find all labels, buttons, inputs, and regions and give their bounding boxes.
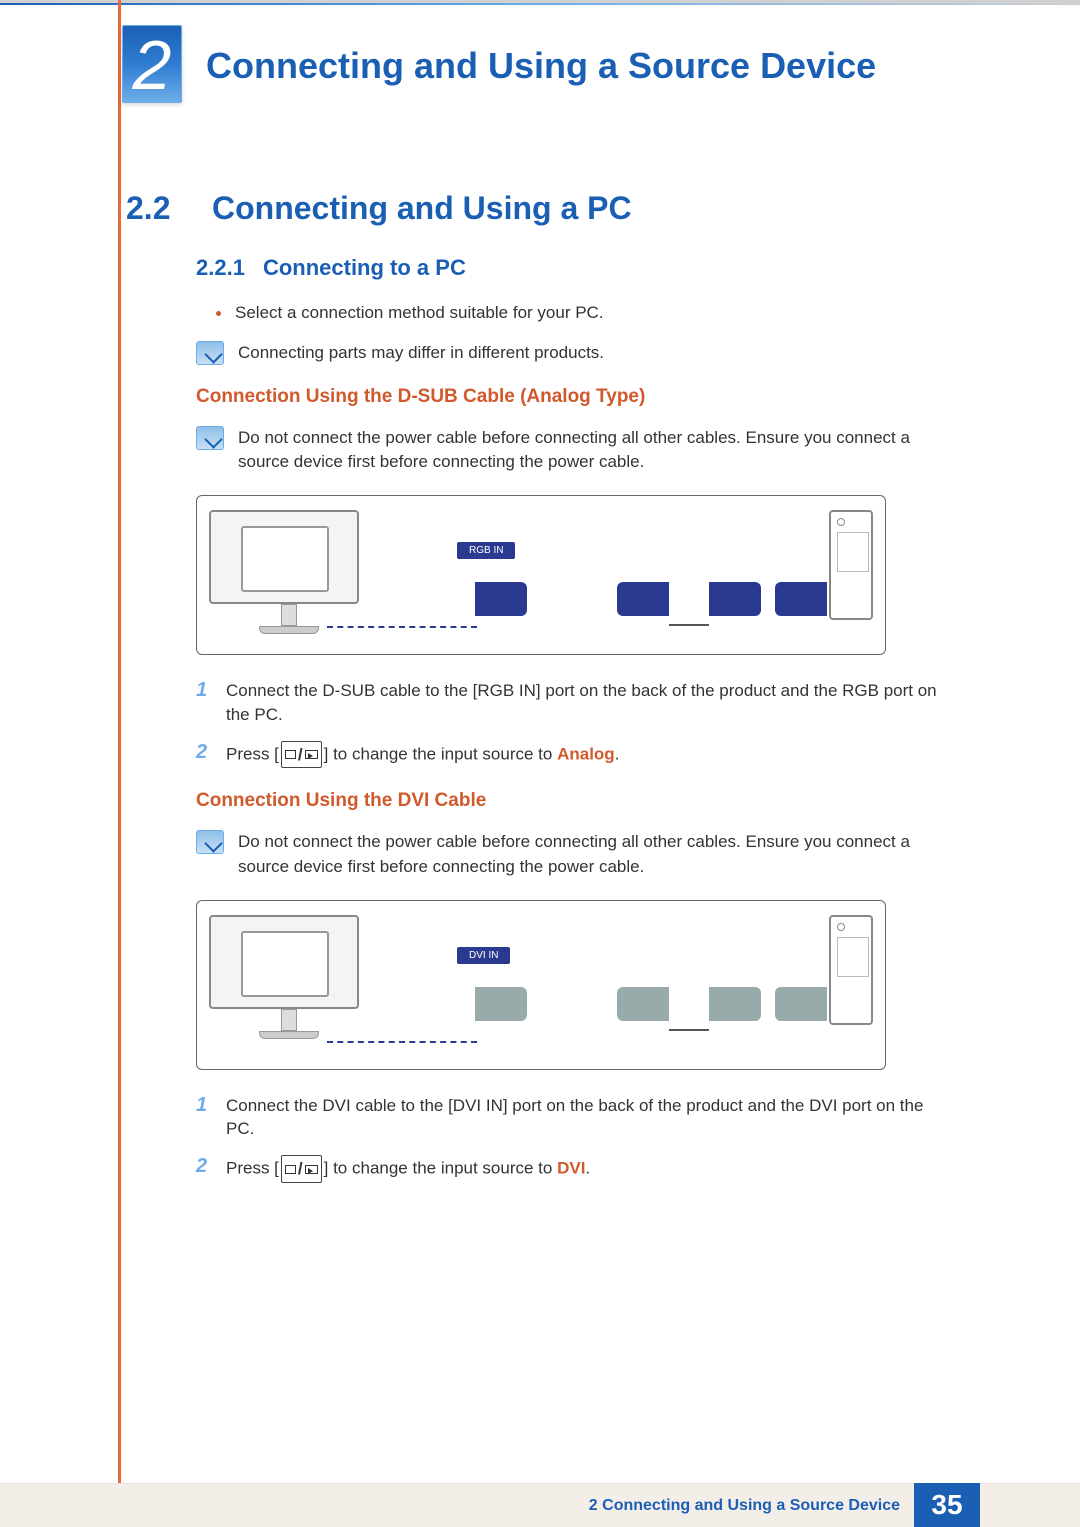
note-icon: [196, 426, 224, 450]
chapter-number-badge: 2: [122, 25, 182, 103]
dvi-connector-cable-right: [709, 987, 761, 1021]
page-content: 2.2 Connecting and Using a PC 2.2.1 Conn…: [126, 190, 946, 1197]
step-number: 1: [196, 679, 212, 702]
subsection-heading: 2.2.1 Connecting to a PC: [196, 255, 946, 281]
step-text: Connect the DVI cable to the [DVI IN] po…: [226, 1094, 946, 1142]
dsub-connector-cable-left: [617, 582, 669, 616]
dvi-in-port-label: DVI IN: [457, 947, 510, 964]
dvi-step-2: 2 Press [/] to change the input source t…: [196, 1155, 946, 1183]
dsub-connector-pc: [775, 582, 827, 616]
bullet-icon: [216, 311, 221, 316]
source-button-icon: /: [281, 741, 322, 769]
footer-end-cap: [980, 1483, 1080, 1527]
footer-chapter-number: 2: [589, 1497, 598, 1515]
dvi-note-text: Do not connect the power cable before co…: [238, 830, 946, 879]
cable-segment: [669, 624, 709, 626]
step-text: Press [/] to change the input source to …: [226, 1155, 590, 1183]
dsub-note-row: Do not connect the power cable before co…: [196, 426, 946, 475]
subsection-title: Connecting to a PC: [263, 255, 466, 281]
dvi-diagram: DVI IN: [196, 900, 886, 1070]
note-text: Connecting parts may differ in different…: [238, 341, 604, 366]
dvi-note-row: Do not connect the power cable before co…: [196, 830, 946, 879]
step-text-part: .: [615, 744, 620, 763]
dvi-heading: Connection Using the DVI Cable: [196, 790, 946, 812]
section-heading: 2.2 Connecting and Using a PC: [126, 190, 946, 227]
note-icon: [196, 341, 224, 365]
dsub-connector-monitor: [475, 582, 527, 616]
footer-chapter-title: Connecting and Using a Source Device: [602, 1497, 900, 1515]
input-source-label: DVI: [557, 1159, 585, 1178]
step-text: Connect the D-SUB cable to the [RGB IN] …: [226, 679, 946, 727]
dsub-step-1: 1 Connect the D-SUB cable to the [RGB IN…: [196, 679, 946, 727]
dvi-connector-pc: [775, 987, 827, 1021]
pc-tower-illustration: [829, 915, 873, 1025]
subsection-number: 2.2.1: [196, 255, 245, 281]
dsub-step-2: 2 Press [/] to change the input source t…: [196, 741, 946, 769]
step-number: 1: [196, 1094, 212, 1117]
input-source-label: Analog: [557, 744, 615, 763]
note-row: Connecting parts may differ in different…: [196, 341, 946, 366]
side-accent-bar: [118, 0, 121, 1527]
step-text: Press [/] to change the input source to …: [226, 741, 619, 769]
step-text-part: ] to change the input source to: [324, 1159, 557, 1178]
step-number: 2: [196, 741, 212, 764]
dsub-note-text: Do not connect the power cable before co…: [238, 426, 946, 475]
section-title: Connecting and Using a PC: [212, 190, 632, 227]
step-text-part: Press [: [226, 1159, 279, 1178]
dvi-connector-cable-left: [617, 987, 669, 1021]
dashed-line: [327, 1041, 477, 1043]
bullet-text: Select a connection method suitable for …: [235, 303, 604, 323]
monitor-illustration: [209, 915, 369, 1035]
source-button-icon: /: [281, 1155, 322, 1183]
page-footer: 2 Connecting and Using a Source Device 3…: [0, 1483, 1080, 1527]
step-text-part: ] to change the input source to: [324, 744, 557, 763]
rgb-in-port-label: RGB IN: [457, 542, 515, 559]
step-number: 2: [196, 1155, 212, 1178]
chapter-title: Connecting and Using a Source Device: [206, 45, 876, 87]
dsub-connector-cable-right: [709, 582, 761, 616]
page-number: 35: [914, 1483, 980, 1527]
dashed-line: [327, 626, 477, 628]
dsub-heading: Connection Using the D-SUB Cable (Analog…: [196, 386, 946, 408]
step-text-part: .: [585, 1159, 590, 1178]
chapter-header: 2 Connecting and Using a Source Device: [0, 5, 1080, 95]
note-icon: [196, 830, 224, 854]
footer-chapter-label: 2 Connecting and Using a Source Device: [0, 1483, 914, 1527]
dsub-diagram: RGB IN: [196, 495, 886, 655]
cable-segment: [669, 1029, 709, 1031]
bullet-item: Select a connection method suitable for …: [216, 303, 946, 323]
step-text-part: Press [: [226, 744, 279, 763]
section-number: 2.2: [126, 190, 188, 227]
dvi-step-1: 1 Connect the DVI cable to the [DVI IN] …: [196, 1094, 946, 1142]
pc-tower-illustration: [829, 510, 873, 620]
dvi-connector-monitor: [475, 987, 527, 1021]
monitor-illustration: [209, 510, 369, 630]
